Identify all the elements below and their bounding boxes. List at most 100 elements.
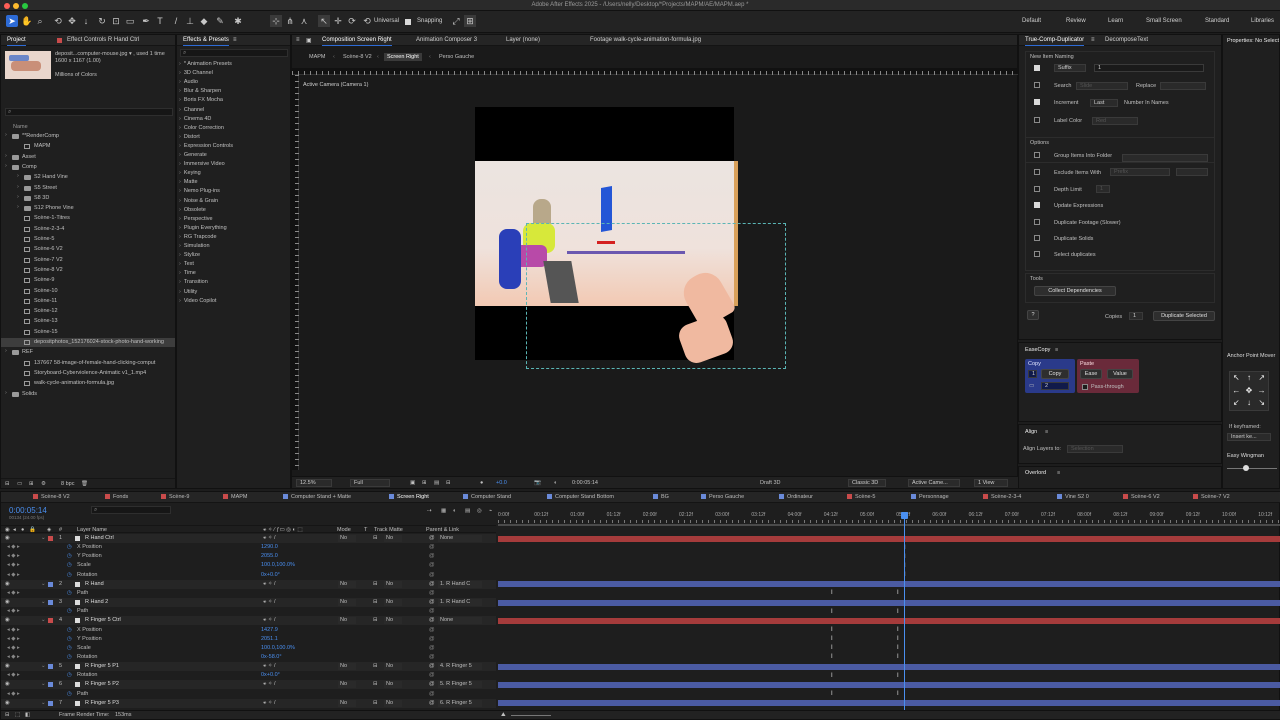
- layer-duration-bar[interactable]: [498, 581, 1280, 588]
- project-search-input[interactable]: ⌕: [5, 108, 173, 116]
- expression-pickwhip-icon[interactable]: @: [429, 635, 435, 644]
- toggle-transfer-icon[interactable]: ⬚: [15, 712, 20, 718]
- pickwhip-icon[interactable]: @: [429, 534, 435, 543]
- workspace-3[interactable]: Small Screen: [1146, 18, 1182, 24]
- property-value[interactable]: 2051.1: [261, 635, 278, 644]
- chevron-right-icon[interactable]: ›: [17, 194, 19, 200]
- project-item[interactable]: › Comp: [1, 163, 175, 172]
- graph-editor-icon[interactable]: ⌁: [489, 508, 492, 514]
- effects-category[interactable]: › Color Correction: [179, 125, 224, 131]
- effects-category[interactable]: › Immersive Video: [179, 161, 225, 167]
- chevron-down-icon[interactable]: ⌄: [41, 598, 46, 607]
- layer-duration-bar[interactable]: [498, 681, 1280, 688]
- show-channel-icon[interactable]: ◐: [554, 480, 557, 486]
- layer-duration-bar[interactable]: [498, 663, 1280, 670]
- layer-duration-bar[interactable]: [498, 617, 1280, 624]
- draft-3d-icon[interactable]: ▦: [441, 508, 446, 514]
- easy-wingman-slider[interactable]: [1227, 465, 1277, 471]
- selection-tool-icon[interactable]: ➤: [6, 15, 18, 27]
- paste-ease-button[interactable]: Ease: [1080, 369, 1102, 379]
- track-matte-icon[interactable]: ⊟: [373, 699, 378, 708]
- increment-checkbox[interactable]: [1034, 99, 1040, 105]
- project-item[interactable]: depositphotos_152176024-stock-photo-hand…: [1, 338, 175, 347]
- stopwatch-icon[interactable]: ◷: [67, 607, 72, 616]
- eye-icon[interactable]: ◉: [5, 598, 10, 607]
- anchor-top-left-icon[interactable]: ↖: [1230, 372, 1243, 385]
- chevron-right-icon[interactable]: ›: [17, 204, 19, 210]
- camera-dropdown[interactable]: Active Came...: [908, 479, 960, 487]
- parent-dropdown[interactable]: None: [438, 617, 482, 625]
- layer-switches-icons[interactable]: ⚹ ✧ /: [263, 616, 276, 625]
- property-value[interactable]: 0x-58.0°: [261, 653, 282, 662]
- toggle-in-out-icon[interactable]: ◧: [25, 712, 30, 718]
- effects-category[interactable]: › Utility: [179, 289, 197, 295]
- effects-category[interactable]: › Obsolete: [179, 207, 206, 213]
- chevron-down-icon[interactable]: ⌄: [41, 680, 46, 689]
- copies-input[interactable]: 1: [1129, 312, 1143, 320]
- effects-category[interactable]: › Boris FX Mocha: [179, 97, 223, 103]
- track-matte-icon[interactable]: ⊟: [373, 580, 378, 589]
- property-value[interactable]: 1290.0: [261, 543, 278, 552]
- layer-label-color-icon[interactable]: [48, 581, 53, 587]
- timeline-zoom-slider[interactable]: [511, 715, 551, 716]
- blend-mode-dropdown[interactable]: No: [338, 535, 356, 542]
- resolution-dropdown[interactable]: Full: [350, 479, 390, 487]
- effects-category[interactable]: › Blur & Sharpen: [179, 88, 221, 94]
- stopwatch-icon[interactable]: ◷: [67, 671, 72, 680]
- blend-mode-dropdown[interactable]: No: [338, 617, 356, 625]
- property-row[interactable]: ◂ ◆ ▸ ◷ Path @: [1, 690, 496, 699]
- label-color-checkbox[interactable]: [1034, 117, 1040, 123]
- option-checkbox[interactable]: [1034, 251, 1040, 257]
- chevron-down-icon[interactable]: ⌄: [41, 699, 46, 708]
- effects-category[interactable]: › Noise & Grain: [179, 198, 218, 204]
- layer-name[interactable]: R Hand Ctrl: [85, 534, 114, 543]
- track-matte-dropdown[interactable]: No: [384, 617, 402, 625]
- align-tool-icon[interactable]: ⋔: [284, 15, 296, 27]
- timeline-tab[interactable]: Fonds: [105, 494, 128, 500]
- property-row[interactable]: ◂ ◆ ▸ ◷ Rotation 0x+0.0° @: [1, 571, 496, 580]
- project-item[interactable]: walk-cycle-animation-formula.jpg: [1, 379, 175, 388]
- stopwatch-icon[interactable]: ◷: [67, 690, 72, 699]
- breadcrumb-item[interactable]: Scène-8 V2: [340, 53, 375, 61]
- help-button[interactable]: ?: [1027, 310, 1039, 320]
- keyframe-icon[interactable]: I: [831, 590, 834, 596]
- layer-name[interactable]: R Finger 5 Ctrl: [85, 616, 121, 625]
- keyframe-icon[interactable]: I: [897, 590, 900, 596]
- search-field[interactable]: Slide: [1076, 82, 1128, 90]
- work-area-bar[interactable]: [498, 524, 1280, 526]
- orbit-tool-icon[interactable]: ⟲: [52, 15, 64, 27]
- layer-row[interactable]: ◉ ⌄ 1 R Hand Ctrl ⚹ ✧ / No ⊟ No @ None: [1, 534, 496, 543]
- pickwhip-icon[interactable]: @: [429, 699, 435, 708]
- effects-category[interactable]: › Text: [179, 261, 194, 267]
- timeline-tab[interactable]: MAPM: [223, 494, 248, 500]
- stopwatch-icon[interactable]: ◷: [67, 543, 72, 552]
- project-item[interactable]: Scène-5: [1, 235, 175, 244]
- keyframe-nav-icon[interactable]: ◂ ◆ ▸: [7, 690, 20, 699]
- effects-category[interactable]: › Simulation: [179, 243, 210, 249]
- universal-move-icon[interactable]: ↖: [318, 15, 330, 27]
- property-value[interactable]: 2055.0: [261, 552, 278, 561]
- rotate-axis-icon[interactable]: ⟳: [346, 15, 358, 27]
- slider-handle[interactable]: [1243, 465, 1249, 471]
- expression-pickwhip-icon[interactable]: @: [429, 543, 435, 552]
- project-item[interactable]: Storyboard-Cyberviolence-Animatic v1_1.m…: [1, 369, 175, 378]
- stopwatch-icon[interactable]: ◷: [67, 644, 72, 653]
- track-matte-icon[interactable]: ⊟: [373, 598, 378, 607]
- workspace-2[interactable]: Learn: [1108, 18, 1123, 24]
- keyframe-nav-icon[interactable]: ◂ ◆ ▸: [7, 552, 20, 561]
- keyframe-nav-icon[interactable]: ◂ ◆ ▸: [7, 671, 20, 680]
- stopwatch-icon[interactable]: ◷: [67, 561, 72, 570]
- keyframe-icon[interactable]: I: [831, 691, 834, 697]
- project-item[interactable]: › Asset: [1, 153, 175, 162]
- keyframe-icon[interactable]: I: [897, 645, 900, 651]
- chevron-right-icon[interactable]: ›: [5, 153, 7, 159]
- workspace-5[interactable]: Libraries: [1251, 18, 1274, 24]
- layer-label-color-icon[interactable]: [48, 664, 53, 670]
- keyframe-nav-icon[interactable]: ◂ ◆ ▸: [7, 607, 20, 616]
- anchor-right-icon[interactable]: →: [1255, 385, 1268, 398]
- align-target-dropdown[interactable]: Selection: [1067, 445, 1123, 453]
- layer-name[interactable]: R Hand 2: [85, 598, 108, 607]
- anchor-top-right-icon[interactable]: ↗: [1255, 372, 1268, 385]
- eye-icon[interactable]: ◉: [5, 616, 10, 625]
- chevron-right-icon[interactable]: ›: [5, 132, 7, 138]
